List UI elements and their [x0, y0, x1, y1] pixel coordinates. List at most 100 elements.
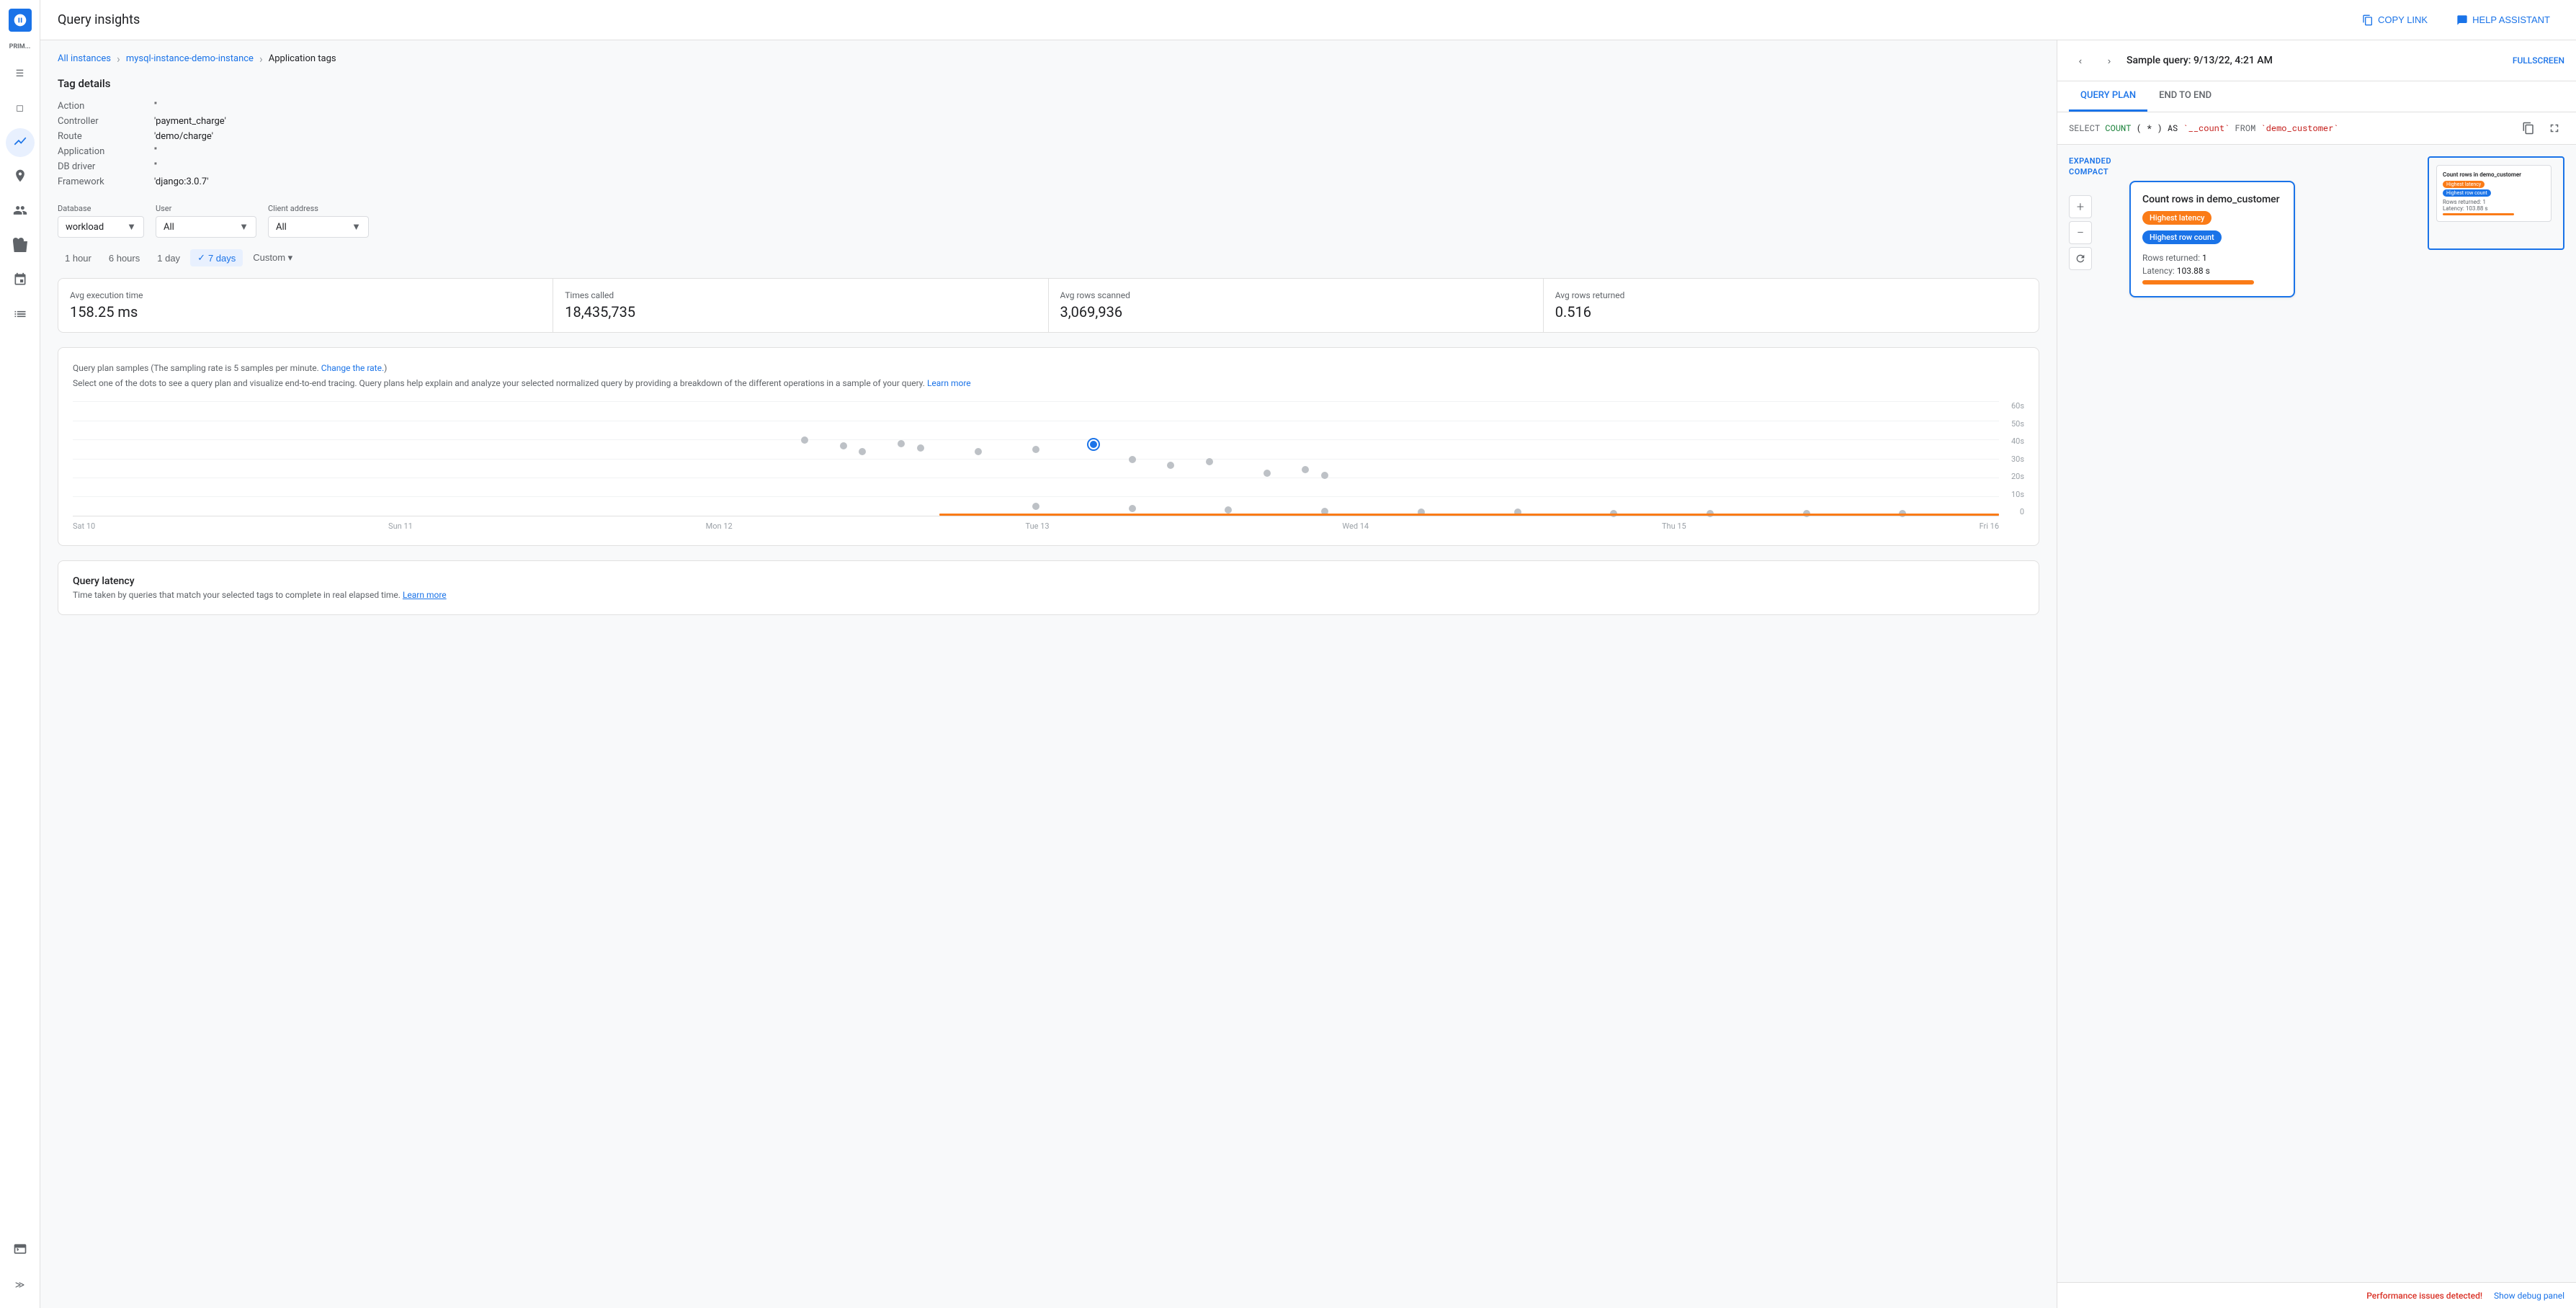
chart-dot-13[interactable]: [1302, 466, 1309, 473]
time-btn-custom[interactable]: Custom ▾: [246, 249, 300, 266]
tag-row-dbdriver: DB driver '': [58, 159, 2039, 174]
chart-dot-6[interactable]: [975, 448, 982, 455]
chart-dot-selected[interactable]: [1088, 439, 1099, 449]
reset-zoom-button[interactable]: [2069, 247, 2092, 270]
breadcrumb-all-instances[interactable]: All instances: [58, 53, 111, 64]
rp-header: ‹ › Sample query: 9/13/22, 4:21 AM FULLS…: [2057, 40, 2576, 81]
tab-query-plan[interactable]: QUERY PLAN: [2069, 81, 2147, 112]
qp-canvas: EXPANDED COMPACT + − Count rows in demo_…: [2057, 145, 2576, 1282]
fullscreen-button[interactable]: FULLSCREEN: [2513, 55, 2564, 66]
chart-dot-7[interactable]: [1032, 446, 1039, 453]
stats-grid: Avg execution time 158.25 ms Times calle…: [58, 278, 2039, 333]
qps-description: Select one of the dots to see a query pl…: [73, 377, 2024, 390]
sidebar-item-menu[interactable]: ☰: [6, 59, 35, 88]
client-address-filter-select[interactable]: All ▼: [268, 216, 369, 238]
stat-times-called: Times called 18,435,735: [553, 279, 1048, 332]
tag-val-dbdriver: '': [154, 161, 157, 172]
chart-dot-10[interactable]: [1167, 462, 1174, 469]
sidebar-item-storage[interactable]: [6, 232, 35, 261]
ql-title: Query latency: [73, 575, 2024, 587]
zoom-in-button[interactable]: +: [2069, 195, 2092, 218]
latency-value: 103.88 s: [2177, 266, 2210, 276]
stat-avg-rows-returned: Avg rows returned 0.516: [1544, 279, 2039, 332]
user-dropdown-arrow: ▼: [239, 221, 249, 233]
chart-dot-5[interactable]: [917, 444, 924, 452]
view-toggles: EXPANDED COMPACT: [2069, 156, 2111, 176]
y-label-50: 50s: [2011, 419, 2024, 429]
expanded-toggle[interactable]: EXPANDED: [2069, 156, 2111, 166]
chart-baseline-bar: [939, 514, 1999, 516]
tag-key-action: Action: [58, 101, 137, 112]
chart-gridlines: [73, 401, 1999, 516]
highest-latency-badge: Highest latency: [2142, 211, 2211, 225]
page-title: Query insights: [58, 12, 2342, 27]
chart-dot-2[interactable]: [840, 442, 847, 449]
tag-table: Action '' Controller 'payment_charge' Ro…: [58, 99, 2039, 189]
stat-label-times-called: Times called: [565, 290, 1036, 300]
time-btn-1hour[interactable]: 1 hour: [58, 250, 99, 266]
breadcrumb-current: Application tags: [269, 53, 336, 64]
stat-value-avg-rows-returned: 0.516: [1555, 303, 2027, 321]
x-label-thu15: Thu 15: [1662, 521, 1686, 531]
ql-desc-text: Time taken by queries that match your se…: [73, 590, 403, 600]
time-btn-6hours[interactable]: 6 hours: [102, 250, 147, 266]
sidebar-item-list[interactable]: [6, 301, 35, 330]
chart-dot-4[interactable]: [898, 440, 905, 447]
tag-details-title: Tag details: [58, 77, 2039, 90]
database-filter-select[interactable]: workload ▼: [58, 216, 144, 238]
chart-dot-16[interactable]: [1129, 505, 1136, 512]
sidebar-item-insights[interactable]: [6, 128, 35, 157]
sidebar-item-dashboard[interactable]: ◻: [6, 94, 35, 122]
copy-link-button[interactable]: COPY LINK: [2353, 10, 2436, 30]
tag-val-framework: 'django:3.0.7': [154, 176, 209, 187]
chart-dot-12[interactable]: [1264, 470, 1271, 477]
time-btn-7days[interactable]: ✓ 7 days: [190, 249, 243, 266]
time-range: 1 hour 6 hours 1 day ✓ 7 days Custom ▾: [58, 249, 2039, 266]
sidebar-item-users[interactable]: [6, 197, 35, 226]
sql-actions: [2518, 118, 2564, 138]
breadcrumb-instance[interactable]: mysql-instance-demo-instance: [126, 53, 254, 64]
chart-dot-3[interactable]: [859, 448, 866, 455]
chart-dot-14[interactable]: [1321, 472, 1328, 479]
expand-sql-button[interactable]: [2544, 118, 2564, 138]
x-label-wed14: Wed 14: [1342, 521, 1369, 531]
sidebar-item-connect[interactable]: [6, 266, 35, 295]
chart-dot-15[interactable]: [1032, 503, 1039, 510]
tag-key-route: Route: [58, 131, 137, 142]
help-assistant-button[interactable]: HELP ASSISTANT: [2448, 10, 2559, 30]
show-debug-panel-button[interactable]: Show debug panel: [2494, 1291, 2564, 1301]
prev-query-button[interactable]: ‹: [2069, 49, 2092, 72]
zoom-out-button[interactable]: −: [2069, 221, 2092, 244]
compact-toggle[interactable]: COMPACT: [2069, 167, 2111, 176]
client-address-dropdown-arrow: ▼: [352, 221, 361, 233]
reset-icon: [2075, 253, 2086, 264]
checkmark-icon: ✓: [197, 252, 205, 264]
gridline-60: [73, 401, 1999, 402]
prev-icon: ‹: [2079, 55, 2082, 66]
chart-dot-1[interactable]: [801, 436, 808, 444]
learn-more-link-qps[interactable]: Learn more: [927, 378, 971, 388]
node-card-main[interactable]: Count rows in demo_customer Highest late…: [2129, 181, 2295, 297]
sidebar-item-routing[interactable]: [6, 163, 35, 192]
sql-bar: SELECT COUNT ( * ) AS `__count` FROM `de…: [2057, 112, 2576, 145]
expand-icon: ≫: [15, 1280, 25, 1291]
minimap-rows-returned: Rows returned: 1: [2443, 199, 2545, 205]
learn-more-link-latency[interactable]: Learn more: [403, 590, 447, 600]
stat-label-avg-rows-scanned: Avg rows scanned: [1060, 290, 1531, 300]
users-icon: [13, 203, 27, 220]
y-label-40: 40s: [2011, 436, 2024, 446]
user-filter-select[interactable]: All ▼: [156, 216, 256, 238]
tag-key-framework: Framework: [58, 176, 137, 187]
copy-sql-button[interactable]: [2518, 118, 2539, 138]
tab-end-to-end[interactable]: END TO END: [2147, 81, 2223, 112]
time-btn-1day[interactable]: 1 day: [150, 250, 187, 266]
chart-dot-9[interactable]: [1129, 456, 1136, 463]
chart-dot-11[interactable]: [1206, 458, 1213, 465]
change-rate-link[interactable]: Change the rate.: [321, 363, 384, 373]
sidebar-item-terminal[interactable]: [6, 1236, 35, 1265]
next-query-button[interactable]: ›: [2098, 49, 2121, 72]
database-filter-group: Database workload ▼: [58, 204, 144, 238]
database-filter-value: workload: [66, 222, 104, 233]
chart-dot-17[interactable]: [1225, 506, 1232, 514]
sidebar-item-expand[interactable]: ≫: [6, 1271, 35, 1299]
